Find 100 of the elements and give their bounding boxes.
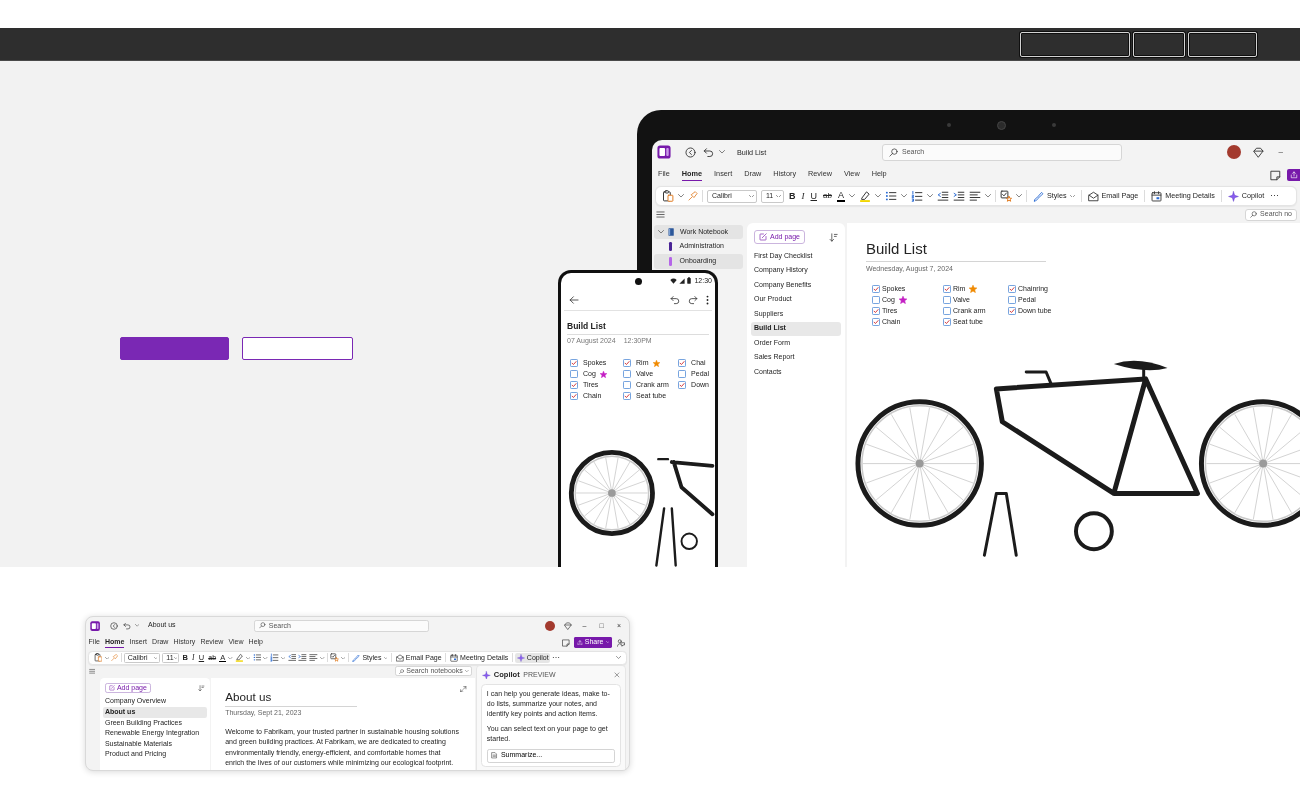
app-logo-icon: [89, 620, 100, 631]
caret-icon[interactable]: [678, 194, 684, 198]
more-icon[interactable]: [706, 294, 709, 305]
caret-icon[interactable]: [848, 194, 855, 198]
caret-icon: [748, 194, 754, 198]
underline-button[interactable]: U: [809, 191, 818, 201]
sensor-icon: [1052, 123, 1056, 127]
caret-icon[interactable]: [900, 194, 907, 198]
strikethrough-button[interactable]: ab: [822, 192, 833, 200]
brush-icon[interactable]: [688, 191, 698, 201]
caret-icon[interactable]: [246, 656, 251, 660]
checkbox[interactable]: [623, 370, 632, 379]
checkbox-star-icon[interactable]: [330, 653, 339, 663]
highlighter-icon[interactable]: [858, 190, 871, 202]
sort-icon[interactable]: [829, 232, 838, 242]
caret-icon[interactable]: [926, 194, 933, 198]
caret-icon[interactable]: [874, 194, 881, 198]
envelope-icon: [1087, 190, 1099, 202]
checkbox[interactable]: [623, 381, 632, 390]
checkbox[interactable]: [678, 370, 687, 379]
sparkle-icon: [516, 653, 525, 662]
undo-icon[interactable]: [670, 294, 680, 305]
diamond-icon[interactable]: [563, 621, 572, 630]
close-icon[interactable]: [614, 672, 620, 678]
battery-icon: [687, 277, 692, 285]
bullet-list-icon[interactable]: [252, 653, 262, 663]
person-chat-icon[interactable]: [616, 638, 625, 647]
checkbox[interactable]: [872, 318, 880, 327]
nav-button[interactable]: [1133, 31, 1185, 57]
checkbox[interactable]: [678, 359, 687, 368]
nav-button[interactable]: [1020, 31, 1130, 57]
sensor-icon: [947, 123, 951, 127]
checkbox[interactable]: [570, 370, 578, 379]
decrease-indent-icon[interactable]: [936, 190, 949, 202]
expand-icon[interactable]: [460, 685, 467, 693]
caret-icon[interactable]: [263, 656, 268, 660]
caret-icon[interactable]: [320, 656, 325, 660]
back-arrow-icon[interactable]: [569, 294, 579, 305]
caret-icon[interactable]: [719, 150, 725, 154]
bold-button[interactable]: B: [788, 191, 797, 201]
checkbox[interactable]: [678, 381, 687, 390]
checkbox[interactable]: [623, 359, 632, 368]
redo-icon[interactable]: [688, 294, 698, 305]
caret-icon[interactable]: [341, 656, 346, 660]
checkbox[interactable]: [943, 318, 951, 327]
caret-icon[interactable]: [984, 194, 991, 198]
align-icon[interactable]: [968, 190, 981, 202]
checkbox[interactable]: [943, 285, 951, 294]
sort-icon[interactable]: [198, 684, 205, 692]
checkbox[interactable]: [570, 359, 578, 368]
caret-icon: [658, 230, 664, 234]
nav-button[interactable]: [1188, 31, 1257, 57]
caret-icon[interactable]: [134, 624, 140, 627]
share-button[interactable]: [1287, 169, 1300, 181]
bullet-list-icon[interactable]: [884, 190, 897, 202]
more-button[interactable]: ⋯: [1270, 191, 1280, 201]
checkbox[interactable]: [1008, 296, 1016, 305]
caret-icon[interactable]: [1015, 194, 1022, 198]
highlighter-icon[interactable]: [235, 653, 244, 663]
caret-icon[interactable]: [228, 656, 233, 660]
undo-icon[interactable]: [123, 621, 132, 630]
checkbox[interactable]: [943, 307, 951, 316]
caret-icon[interactable]: [616, 656, 622, 660]
menu-icon[interactable]: [88, 668, 96, 675]
page-title: Build List: [866, 240, 927, 258]
calendar-icon: [449, 653, 458, 662]
outline-button[interactable]: [242, 337, 353, 360]
search-icon: [889, 147, 898, 157]
checkbox[interactable]: [570, 392, 578, 401]
checkbox[interactable]: [872, 307, 880, 316]
clipboard-icon[interactable]: [662, 190, 674, 202]
menu-icon[interactable]: [656, 210, 665, 219]
increase-indent-icon[interactable]: [952, 190, 965, 202]
back-icon[interactable]: [685, 146, 696, 158]
checkbox[interactable]: [1008, 307, 1016, 316]
checkbox[interactable]: [872, 285, 880, 294]
caret-icon: [153, 656, 158, 659]
sticky-note-icon[interactable]: [561, 638, 570, 647]
camera-icon: [635, 277, 642, 285]
numbered-list-icon[interactable]: [270, 653, 279, 663]
wifi-icon: [670, 278, 678, 284]
caret-icon[interactable]: [104, 656, 109, 660]
clipboard-icon[interactable]: [93, 653, 103, 663]
font-color-button[interactable]: A: [836, 190, 845, 202]
sticky-note-icon[interactable]: [1270, 169, 1281, 181]
checkbox[interactable]: [623, 392, 632, 401]
undo-icon[interactable]: [703, 146, 714, 158]
numbered-list-icon[interactable]: [910, 190, 923, 202]
caret-icon[interactable]: [281, 656, 286, 660]
checkbox[interactable]: [570, 381, 578, 390]
more-button[interactable]: ⋯: [552, 653, 561, 662]
checkbox[interactable]: [943, 296, 951, 305]
minimize-button[interactable]: –: [1275, 148, 1286, 156]
checkbox[interactable]: [872, 296, 880, 305]
app-logo-icon: [657, 145, 671, 159]
italic-button[interactable]: I: [800, 191, 806, 201]
diamond-icon[interactable]: [1252, 146, 1264, 158]
checkbox[interactable]: [1008, 285, 1016, 294]
page-title: Build List: [567, 321, 606, 332]
back-icon[interactable]: [110, 621, 119, 630]
